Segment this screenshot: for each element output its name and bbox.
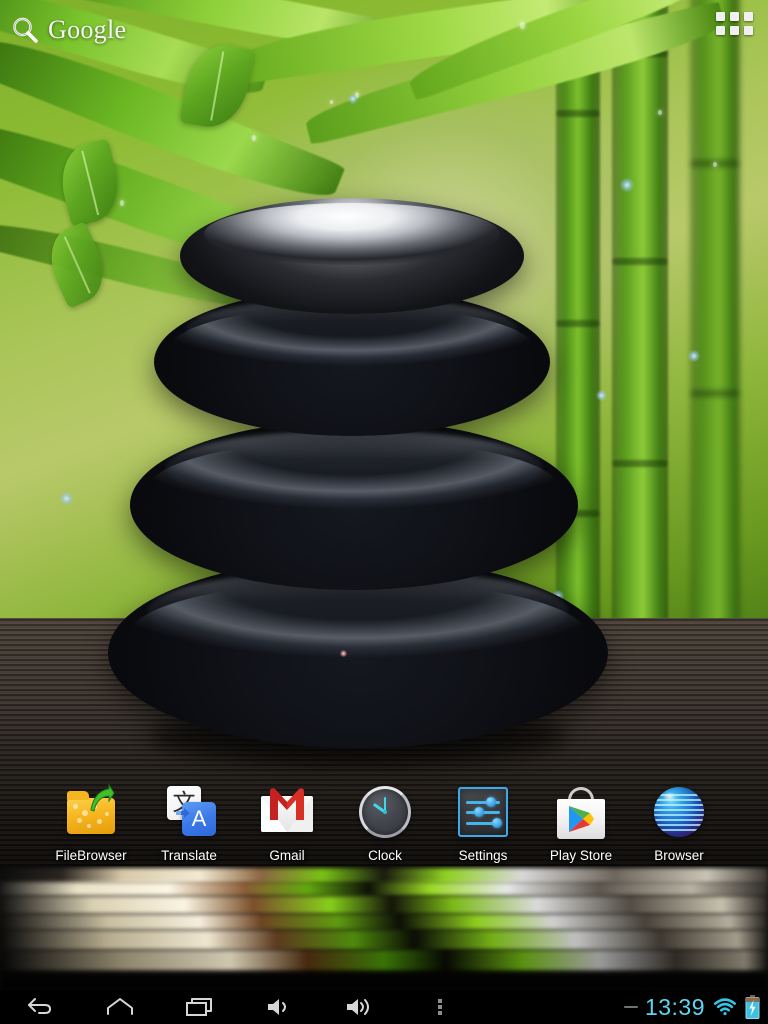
lens-flare <box>340 650 347 657</box>
water-droplet <box>330 100 333 104</box>
green-arrow-icon <box>90 784 115 812</box>
stone-third <box>130 420 578 590</box>
overflow-menu-icon <box>438 999 442 1015</box>
app-label: FileBrowser <box>55 848 127 863</box>
volume-up-icon <box>347 999 369 1015</box>
globe-icon <box>649 782 709 842</box>
volume-down-icon <box>268 999 286 1015</box>
app-label: Gmail <box>269 848 305 863</box>
app-label: Settings <box>458 848 508 863</box>
app-label: Play Store <box>549 848 613 863</box>
home-button[interactable] <box>80 990 160 1024</box>
app-translate[interactable]: 文 A Translate <box>140 782 238 863</box>
status-clock: 13:39 <box>644 993 705 1020</box>
dock: FileBrowser 文 A Translate <box>0 782 768 882</box>
back-arrow-icon <box>28 998 52 1014</box>
water-droplet <box>252 135 256 141</box>
zen-stone-stack <box>108 188 628 766</box>
notification-placeholder <box>623 1006 638 1008</box>
app-label: Browser <box>654 848 704 863</box>
navigation-bar: 13:39 <box>0 990 768 1024</box>
water-droplet <box>520 22 525 29</box>
analog-clock-icon <box>355 782 415 842</box>
folder-arrow-icon <box>61 782 121 842</box>
recent-apps-icon <box>186 998 212 1016</box>
gmail-m-icon <box>270 788 304 820</box>
gmail-envelope-icon <box>257 782 317 842</box>
back-button[interactable] <box>0 990 80 1024</box>
stone-top <box>180 198 524 314</box>
status-bar: 13:39 <box>623 990 760 1024</box>
water-droplet <box>658 110 662 115</box>
menu-button[interactable] <box>400 990 480 1024</box>
sliders-icon <box>453 782 513 842</box>
water-droplet <box>713 162 717 167</box>
play-store-bag-icon <box>551 782 611 842</box>
water-reflection <box>0 866 768 990</box>
app-play-store[interactable]: Play Store <box>532 782 630 863</box>
recents-button[interactable] <box>160 990 240 1024</box>
play-triangle-icon <box>569 806 594 832</box>
app-clock[interactable]: Clock <box>336 782 434 863</box>
translate-icon: 文 A <box>159 782 219 842</box>
sparkle <box>688 350 700 362</box>
apps-grid-icon <box>716 12 725 21</box>
android-homescreen: Google FileBrowser A Translate Gmail Clo… <box>0 0 768 1024</box>
sparkle <box>348 94 358 104</box>
google-search-widget[interactable]: Google <box>10 8 200 52</box>
battery-charging-icon[interactable] <box>745 995 760 1019</box>
app-gmail[interactable]: Gmail <box>238 782 336 863</box>
app-browser[interactable]: Browser <box>630 782 728 863</box>
sparkle <box>60 492 73 505</box>
volume-up-button[interactable] <box>320 990 400 1024</box>
app-filebrowser[interactable]: FileBrowser <box>42 782 140 863</box>
translate-arrow-icon <box>176 808 190 818</box>
app-settings[interactable]: Settings <box>434 782 532 863</box>
bamboo-stalk <box>690 0 740 650</box>
app-label: Clock <box>368 848 402 863</box>
app-label: Translate <box>161 848 217 863</box>
search-icon <box>10 15 40 45</box>
volume-down-button[interactable] <box>240 990 320 1024</box>
apps-drawer-button[interactable] <box>716 12 753 42</box>
google-brand-label: Google <box>48 15 127 44</box>
wifi-icon[interactable] <box>712 997 738 1017</box>
home-icon <box>107 998 133 1015</box>
